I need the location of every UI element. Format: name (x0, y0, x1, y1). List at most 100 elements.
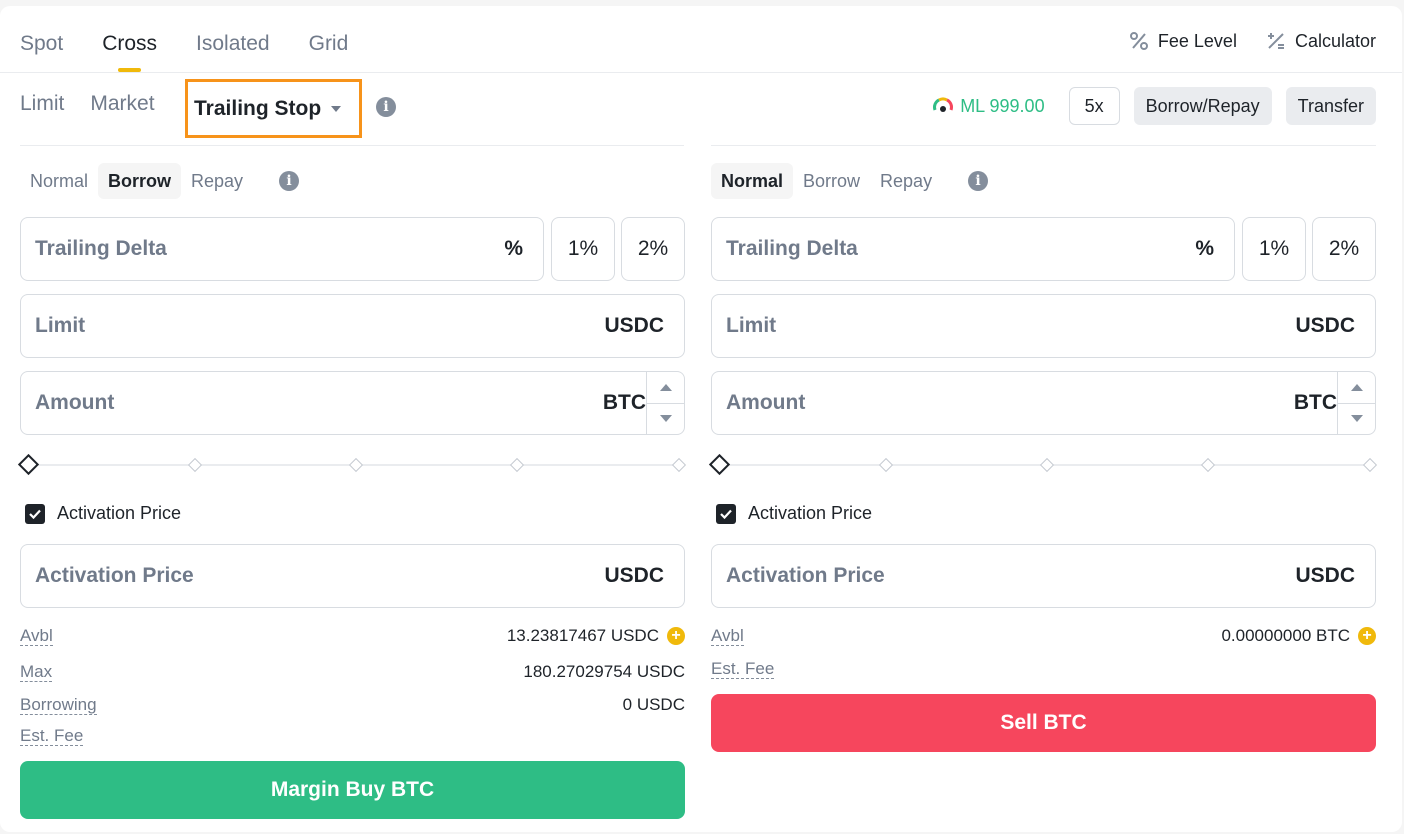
limit-label: Limit (726, 314, 777, 337)
sell-delta-1pct-button[interactable]: 1% (1242, 217, 1306, 281)
activation-checkbox-label: Activation Price (57, 503, 182, 523)
slider-mark-100[interactable] (1362, 457, 1378, 473)
increment-button[interactable] (1338, 372, 1375, 403)
sell-activation-checkbox[interactable]: Activation Price (716, 503, 872, 524)
buy-mode-tabs: Normal Borrow Repay i (20, 163, 300, 199)
margin-buy-button[interactable]: Margin Buy BTC (20, 761, 685, 819)
info-icon[interactable]: i (968, 171, 989, 191)
increment-button[interactable] (647, 372, 684, 403)
margin-controls: ML 999.00 5x Borrow/Repay Transfer (932, 87, 1376, 125)
trailing-delta-label: Trailing Delta (35, 237, 167, 260)
limit-unit: USDC (1295, 314, 1355, 337)
fee-level-button[interactable]: Fee Level (1128, 30, 1237, 52)
slider-handle[interactable] (708, 453, 731, 476)
slider-mark-25[interactable] (878, 457, 894, 473)
amount-label: Amount (35, 391, 115, 414)
trailing-delta-unit: % (1195, 237, 1214, 260)
decrement-button[interactable] (647, 402, 684, 435)
tab-isolated[interactable]: Isolated (196, 32, 270, 56)
tab-cross[interactable]: Cross (102, 32, 157, 72)
buy-delta-2pct-button[interactable]: 2% (621, 217, 685, 281)
slider-mark-75[interactable] (509, 457, 525, 473)
slider-handle[interactable] (17, 453, 40, 476)
buy-avbl-row: Avbl 13.23817467 USDC + (20, 626, 685, 646)
borrowing-label: Borrowing (20, 694, 97, 715)
sell-mode-normal[interactable]: Normal (711, 163, 794, 199)
buy-delta-1pct-button[interactable]: 1% (551, 217, 615, 281)
sell-amount-input[interactable]: Amount BTC (711, 371, 1376, 435)
activation-price-unit: USDC (604, 564, 664, 587)
margin-level-value: ML 999.00 (960, 95, 1045, 116)
trade-panel: Spot Cross Isolated Grid Fee Level Calcu… (0, 6, 1402, 832)
calculator-label: Calculator (1294, 30, 1376, 51)
sell-limit-input[interactable]: Limit USDC (711, 294, 1376, 358)
buy-amount-slider[interactable] (17, 453, 687, 476)
caret-down-icon (331, 106, 342, 112)
buy-mode-borrow[interactable]: Borrow (98, 163, 182, 199)
gauge-icon (933, 97, 954, 112)
sell-activation-price-input[interactable]: Activation Price USDC (711, 544, 1376, 608)
checkbox-checked-icon (716, 503, 736, 524)
sell-amount-slider[interactable] (708, 453, 1378, 476)
limit-unit: USDC (604, 314, 664, 337)
calculator-button[interactable]: Calculator (1265, 30, 1376, 52)
tab-grid[interactable]: Grid (309, 32, 349, 56)
buy-est-fee-row: Est. Fee (20, 727, 685, 746)
amount-unit: BTC (1293, 391, 1337, 414)
divider (20, 145, 684, 146)
buy-limit-input[interactable]: Limit USDC (20, 294, 685, 358)
limit-label: Limit (35, 314, 86, 337)
leverage-button[interactable]: 5x (1068, 87, 1120, 125)
slider-mark-25[interactable] (187, 457, 203, 473)
order-type-trailing-stop-dropdown[interactable]: Trailing Stop (194, 97, 342, 121)
trailing-delta-label: Trailing Delta (726, 237, 858, 260)
max-label: Max (20, 661, 53, 682)
margin-tabs: Spot Cross Isolated Grid (20, 32, 349, 72)
buy-mode-normal[interactable]: Normal (20, 163, 98, 199)
divider (711, 145, 1376, 146)
slider-mark-100[interactable] (671, 457, 687, 473)
avbl-label: Avbl (20, 625, 53, 646)
sell-delta-2pct-button[interactable]: 2% (1312, 217, 1376, 281)
avbl-value: 0.00000000 BTC (1221, 626, 1350, 645)
activation-price-unit: USDC (1295, 564, 1355, 587)
arrow-up-icon (659, 383, 672, 391)
sell-trailing-delta-input[interactable]: Trailing Delta % (711, 217, 1235, 281)
percent-icon (1129, 32, 1148, 50)
borrow-repay-button[interactable]: Borrow/Repay (1133, 87, 1272, 125)
sell-mode-repay[interactable]: Repay (870, 163, 942, 199)
buy-mode-repay[interactable]: Repay (181, 163, 253, 199)
divider (0, 72, 1402, 73)
slider-mark-50[interactable] (1039, 457, 1055, 473)
order-type-market[interactable]: Market (90, 92, 154, 116)
amount-unit: BTC (602, 391, 646, 414)
arrow-down-icon (659, 415, 672, 423)
activation-price-label: Activation Price (35, 564, 194, 587)
buy-trailing-delta-input[interactable]: Trailing Delta % (20, 217, 544, 281)
max-value: 180.27029754 USDC (523, 662, 685, 681)
slider-mark-50[interactable] (348, 457, 364, 473)
sell-avbl-row: Avbl 0.00000000 BTC + (711, 626, 1376, 646)
order-type-limit[interactable]: Limit (20, 92, 64, 116)
est-fee-label: Est. Fee (20, 726, 84, 746)
add-funds-icon[interactable]: + (667, 627, 685, 645)
avbl-value-wrap: 13.23817467 USDC + (507, 626, 685, 646)
sell-mode-borrow[interactable]: Borrow (793, 163, 870, 199)
margin-level[interactable]: ML 999.00 (932, 95, 1045, 117)
tab-spot[interactable]: Spot (20, 32, 63, 56)
buy-amount-input[interactable]: Amount BTC (20, 371, 685, 435)
sell-est-fee-row: Est. Fee (711, 660, 1376, 679)
info-icon[interactable]: i (376, 97, 396, 117)
add-funds-icon[interactable]: + (1358, 627, 1376, 645)
activation-price-label: Activation Price (726, 564, 885, 587)
est-fee-label: Est. Fee (711, 659, 775, 679)
avbl-label: Avbl (711, 625, 744, 646)
decrement-button[interactable] (1338, 402, 1375, 435)
buy-activation-checkbox[interactable]: Activation Price (25, 503, 181, 524)
slider-mark-75[interactable] (1200, 457, 1216, 473)
sell-button[interactable]: Sell BTC (711, 694, 1376, 752)
order-type-tabs: Limit Market (20, 92, 181, 116)
info-icon[interactable]: i (279, 171, 300, 191)
transfer-button[interactable]: Transfer (1285, 87, 1376, 125)
buy-activation-price-input[interactable]: Activation Price USDC (20, 544, 685, 608)
